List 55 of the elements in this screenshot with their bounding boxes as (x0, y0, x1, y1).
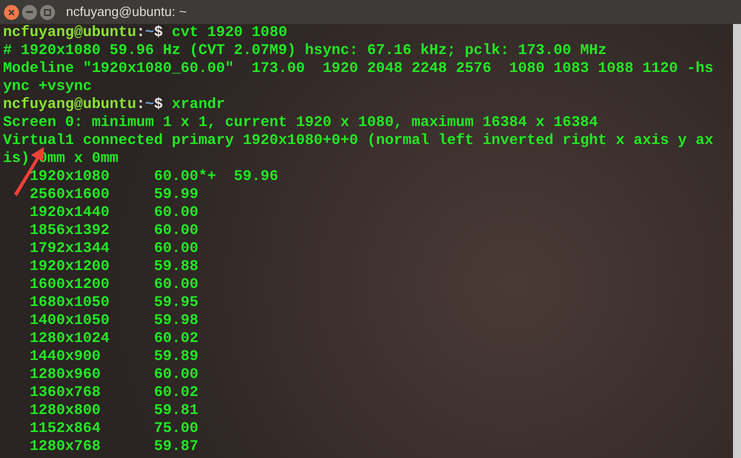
minimize-icon (26, 11, 33, 13)
mode-resolution: 1280x768 (30, 438, 102, 456)
mode-refresh-rates: 60.00 (154, 366, 198, 384)
scrollbar[interactable] (733, 24, 741, 458)
mode-resolution: 1856x1392 (30, 222, 111, 240)
close-icon (8, 8, 15, 16)
maximize-icon (44, 8, 51, 16)
command-text: xrandr (172, 96, 226, 114)
minimize-button[interactable] (22, 4, 37, 20)
output-line: ync +vsync (3, 78, 93, 96)
mode-refresh-rates: 59.99 (154, 186, 198, 204)
prompt-user-host: ncfuyang@ubuntu (3, 96, 136, 114)
prompt-colon: : (136, 96, 146, 114)
window-title: ncfuyang@ubuntu: ~ (66, 3, 187, 22)
prompt-user-host: ncfuyang@ubuntu (3, 24, 136, 42)
mode-refresh-rates: 59.89 (154, 348, 198, 366)
output-line: Virtual1 connected primary 1920x1080+0+0 (normal left inverted right x axis y ax (3, 132, 714, 150)
mode-resolution: 1400x1050 (30, 312, 111, 330)
mode-resolution: 1920x1200 (30, 258, 111, 276)
prompt-colon: : (136, 24, 146, 42)
prompt-path: ~ (145, 24, 154, 42)
mode-resolution: 1152x864 (30, 420, 102, 438)
mode-refresh-rates: 60.00 (154, 276, 198, 294)
mode-refresh-rates: 60.00 (154, 222, 198, 240)
mode-resolution: 1680x1050 (30, 294, 111, 312)
mode-refresh-rates: 59.87 (154, 438, 198, 456)
mode-refresh-rates: 59.95 (154, 294, 198, 312)
maximize-button[interactable] (40, 4, 55, 20)
mode-refresh-rates: 75.00 (154, 420, 198, 438)
mode-resolution: 1920x1080 (30, 168, 111, 186)
output-line: Screen 0: minimum 1 x 1, current 1920 x 1080, maximum 16384 x 16384 (3, 114, 599, 132)
mode-refresh-rates: 60.00 (154, 240, 198, 258)
prompt-path: ~ (145, 96, 154, 114)
mode-resolution: 1360x768 (30, 384, 102, 402)
mode-refresh-rates: 59.98 (154, 312, 198, 330)
prompt-symbol: $ (154, 96, 163, 114)
mode-resolution: 2560x1600 (30, 186, 111, 204)
mode-resolution: 1440x900 (30, 348, 102, 366)
output-line: # 1920x1080 59.96 Hz (CVT 2.07M9) hsync: 67.16 kHz; pclk: 173.00 MHz (3, 42, 608, 60)
mode-resolution: 1792x1344 (30, 240, 111, 258)
mode-refresh-rates: 60.00*+ 59.96 (154, 168, 278, 186)
command-text: cvt 1920 1080 (172, 24, 288, 42)
mode-refresh-rates: 60.02 (154, 330, 198, 348)
close-button[interactable] (4, 4, 19, 20)
mode-refresh-rates: 59.81 (154, 402, 198, 420)
mode-resolution: 1280x1024 (30, 330, 111, 348)
mode-refresh-rates: 59.88 (154, 258, 198, 276)
mode-resolution: 1600x1200 (30, 276, 111, 294)
mode-refresh-rates: 60.02 (154, 384, 198, 402)
mode-refresh-rates: 60.00 (154, 204, 198, 222)
mode-resolution: 1920x1440 (30, 204, 111, 222)
mode-resolution: 1280x800 (30, 402, 102, 420)
prompt-symbol: $ (154, 24, 163, 42)
output-line: Modeline "1920x1080_60.00" 173.00 1920 2048 2248 2576 1080 1083 1088 1120 -hs (3, 60, 714, 78)
mode-resolution: 1280x960 (30, 366, 102, 384)
